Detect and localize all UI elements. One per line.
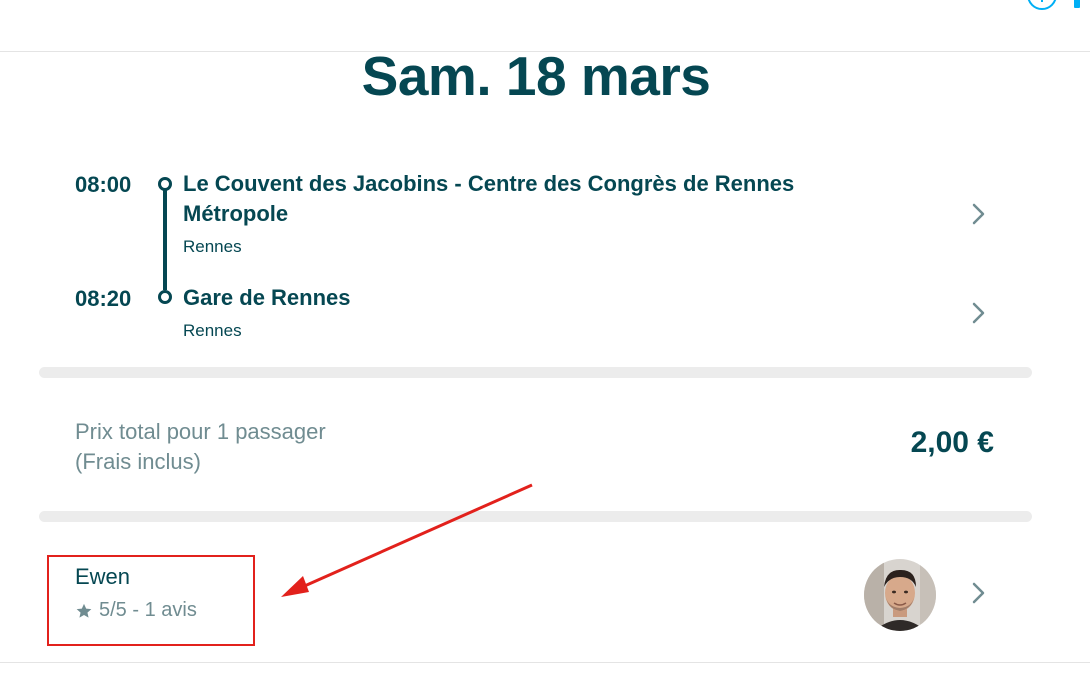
chevron-right-icon[interactable]: [965, 580, 991, 606]
header-action-label-fragment[interactable]: [1074, 0, 1080, 8]
chevron-right-icon[interactable]: [965, 300, 991, 326]
route-line: [163, 190, 167, 290]
departure-name-line2: Métropole: [183, 201, 289, 226]
price-value: 2,00 €: [910, 426, 994, 459]
arrival-dot-icon: [158, 290, 172, 304]
plus-circle-icon[interactable]: [1027, 0, 1057, 10]
trip-date-title: Sam. 18 mars: [361, 45, 711, 107]
price-label: Prix total pour 1 passager (Frais inclus…: [75, 417, 326, 477]
departure-time: 08:00: [75, 172, 132, 197]
annotation-highlight-box: [47, 555, 255, 646]
price-label-line1: Prix total pour 1 passager: [75, 419, 326, 444]
arrival-name: Gare de Rennes: [183, 285, 351, 310]
departure-city: Rennes: [183, 237, 242, 256]
footer-divider: [0, 662, 1090, 663]
chevron-right-icon[interactable]: [965, 201, 991, 227]
arrival-time: 08:20: [75, 286, 132, 311]
departure-name: Le Couvent des Jacobins - Centre des Con…: [183, 169, 794, 229]
driver-avatar[interactable]: [864, 559, 936, 631]
price-label-line2: (Frais inclus): [75, 449, 201, 474]
departure-dot-icon: [158, 177, 172, 191]
arrival-city: Rennes: [183, 321, 242, 340]
departure-name-line1: Le Couvent des Jacobins - Centre des Con…: [183, 171, 795, 196]
section-separator: [39, 367, 1032, 378]
section-separator: [39, 511, 1032, 522]
